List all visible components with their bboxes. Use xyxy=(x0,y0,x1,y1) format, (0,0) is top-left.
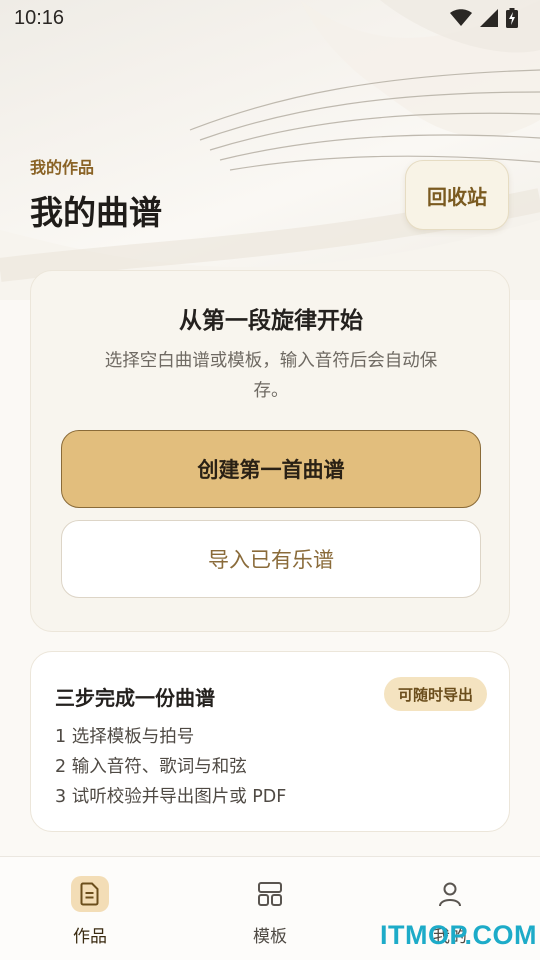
tab-works-icon-bg xyxy=(71,876,109,912)
header-subtitle: 我的作品 xyxy=(30,158,95,177)
page-title: 我的曲谱 xyxy=(30,193,162,232)
steps-title: 三步完成一份曲谱 xyxy=(55,686,215,710)
export-badge: 可随时导出 xyxy=(383,677,487,711)
steps-card: 三步完成一份曲谱 可随时导出 1 选择模板与拍号 2 输入音符、歌词与和弦 3 … xyxy=(30,651,510,832)
tab-templates-icon-bg xyxy=(251,876,289,912)
steps-list: 1 选择模板与拍号 2 输入音符、歌词与和弦 3 试听校验并导出图片或 PDF xyxy=(55,722,286,812)
create-first-score-button[interactable]: 创建第一首曲谱 xyxy=(61,430,481,508)
empty-state-title: 从第一段旋律开始 xyxy=(179,308,363,334)
tab-profile-icon-bg xyxy=(431,876,469,912)
tab-templates-label: 模板 xyxy=(253,927,287,947)
recycle-bin-button[interactable]: 回收站 xyxy=(405,160,509,230)
header: 我的作品 我的曲谱 回收站 xyxy=(0,0,540,300)
status-icons xyxy=(450,8,518,28)
step-item: 3 试听校验并导出图片或 PDF xyxy=(55,787,287,807)
tab-works-label: 作品 xyxy=(73,927,107,947)
wave-decoration xyxy=(0,0,540,300)
battery-charging-icon xyxy=(506,8,518,28)
description-line-2: 存。 xyxy=(253,381,289,401)
step-item: 1 选择模板与拍号 xyxy=(55,727,195,747)
status-time: 10:16 xyxy=(14,6,65,29)
tab-templates[interactable]: 模板 xyxy=(180,857,360,960)
empty-state-description: 选择空白曲谱或模板，输入音符后会自动保 存。 xyxy=(81,346,461,406)
layout-icon xyxy=(258,882,282,906)
import-score-button[interactable]: 导入已有乐谱 xyxy=(61,520,481,598)
description-line-1: 选择空白曲谱或模板，输入音符后会自动保 xyxy=(104,351,438,371)
wifi-icon xyxy=(450,9,472,26)
step-item: 2 输入音符、歌词与和弦 xyxy=(55,757,247,777)
status-bar: 10:16 xyxy=(0,0,540,36)
tab-works[interactable]: 作品 xyxy=(0,857,180,960)
empty-state-card: 从第一段旋律开始 选择空白曲谱或模板，输入音符后会自动保 存。 创建第一首曲谱 … xyxy=(30,270,510,632)
person-icon xyxy=(439,882,461,907)
watermark: ITMOP.COM xyxy=(380,920,538,950)
signal-icon xyxy=(480,9,498,27)
document-icon xyxy=(80,882,99,906)
